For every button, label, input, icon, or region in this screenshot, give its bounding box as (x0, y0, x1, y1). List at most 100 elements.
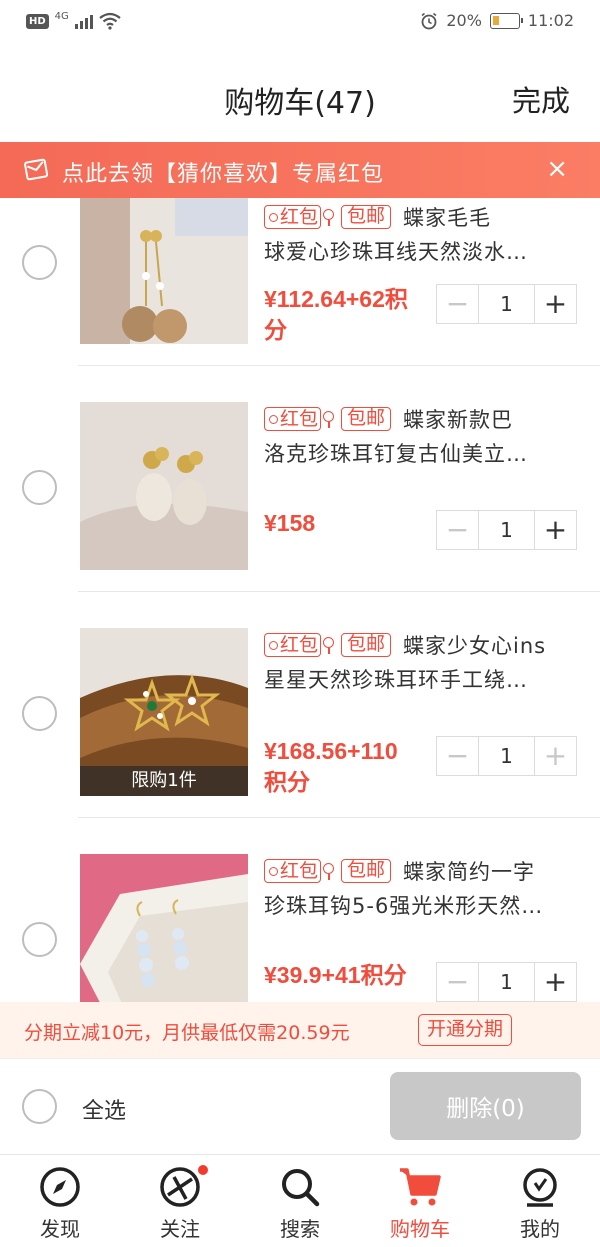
minus-button[interactable]: − (437, 963, 478, 1001)
pin-icon (323, 863, 335, 880)
hongbao-tag: 红包 (264, 205, 322, 229)
cart-action-bar: 全选 删除(0) (0, 1058, 600, 1154)
product-title-line2[interactable]: 洛克珍珠耳钉复古仙美立… (264, 438, 584, 468)
quantity-stepper[interactable]: − 1 + (436, 510, 577, 550)
minus-button[interactable]: − (437, 737, 478, 775)
hongbao-tag: 红包 (264, 407, 322, 431)
price-line: 积分 (264, 769, 310, 795)
compass-icon (40, 1167, 80, 1207)
page-title: 购物车(47) (224, 86, 376, 121)
cart-item[interactable]: 红包 包邮 蝶家毛毛 球爱心珍珠耳线天然淡水… ¥112.64+62积 分 − … (0, 198, 600, 366)
product-title-line2[interactable]: 球爱心珍珠耳线天然淡水… (264, 236, 584, 266)
item-checkbox[interactable] (22, 922, 57, 957)
quantity-value[interactable]: 1 (478, 285, 535, 323)
item-tags: 红包 包邮 蝶家新款巴 (264, 404, 584, 434)
installment-bar: 分期立减10元，月供最低仅需20.59元 开通分期 (0, 1002, 600, 1058)
tab-label: 购物车 (390, 1217, 450, 1241)
status-right: 20% 11:02 (420, 11, 574, 30)
product-price: ¥168.56+110 积分 (264, 736, 436, 798)
delete-button[interactable]: 删除(0) (390, 1072, 581, 1140)
select-all-label[interactable]: 全选 (82, 1093, 126, 1125)
product-image[interactable] (80, 402, 248, 570)
minus-button[interactable]: − (437, 285, 478, 323)
quantity-stepper[interactable]: − 1 + (436, 736, 577, 776)
pin-icon (323, 637, 335, 654)
item-tags: 红包 包邮 蝶家简约一字 (264, 856, 584, 886)
pin-icon (323, 209, 335, 226)
item-tags: 红包 包邮 蝶家少女心ins (264, 630, 584, 660)
close-icon[interactable]: × (546, 156, 568, 182)
product-price: ¥158 (264, 508, 436, 539)
battery-percent: 20% (446, 11, 482, 30)
select-all-checkbox[interactable] (22, 1089, 57, 1124)
plus-button[interactable]: + (535, 963, 576, 1001)
tab-search[interactable]: 搜索 (240, 1155, 360, 1247)
coupon-banner[interactable]: 点此去领【猜你喜欢】专属红包 × (0, 142, 600, 198)
quantity-value[interactable]: 1 (478, 963, 535, 1001)
price-line: ¥168.56+110 (264, 738, 398, 764)
hongbao-tag: 红包 (264, 633, 322, 657)
cart-item[interactable]: 红包 包邮 蝶家新款巴 洛克珍珠耳钉复古仙美立… ¥158 − 1 + (0, 366, 600, 592)
item-checkbox[interactable] (22, 696, 57, 731)
profile-icon (523, 1168, 557, 1207)
cart-icon (400, 1168, 441, 1206)
plus-button[interactable]: + (535, 511, 576, 549)
limit-badge: 限购1件 (80, 766, 248, 796)
tab-label: 发现 (40, 1217, 80, 1241)
hongbao-tag: 红包 (264, 859, 322, 883)
pin-icon (323, 411, 335, 428)
product-price: ¥112.64+62积 分 (264, 284, 436, 346)
tab-cart[interactable]: 购物车 (360, 1155, 480, 1247)
product-image[interactable] (80, 198, 248, 344)
product-title-line2[interactable]: 珍珠耳钩5-6强光米形天然… (264, 890, 584, 920)
banner-text: 点此去领【猜你喜欢】专属红包 (62, 162, 385, 187)
alarm-icon (421, 12, 437, 29)
cart-list[interactable]: 红包 包邮 蝶家毛毛 球爱心珍珠耳线天然淡水… ¥112.64+62积 分 − … (0, 198, 600, 1002)
price-line: ¥39.9+41积分 (264, 962, 407, 988)
tab-label: 搜索 (280, 1217, 320, 1241)
clock: 11:02 (527, 11, 574, 30)
product-title[interactable]: 蝶家简约一字 (403, 856, 535, 886)
product-image[interactable]: 限购1件 (80, 628, 248, 796)
price-line: ¥112.64+62积 (264, 286, 408, 312)
product-title[interactable]: 蝶家少女心ins (403, 630, 546, 660)
cart-item[interactable]: 红包 包邮 蝶家简约一字 珍珠耳钩5-6强光米形天然… ¥39.9+41积分 −… (0, 818, 600, 1002)
tab-follow[interactable]: 关注 (120, 1155, 240, 1247)
notification-dot (196, 1163, 210, 1177)
installment-text: 分期立减10元，月供最低仅需20.59元 (24, 1022, 350, 1044)
free-shipping-tag: 包邮 (341, 633, 392, 657)
network-type: 4G (54, 10, 69, 22)
red-envelope-icon (24, 158, 48, 181)
product-image[interactable] (80, 854, 248, 1002)
free-shipping-tag: 包邮 (341, 407, 392, 431)
tab-profile[interactable]: 我的 (480, 1155, 600, 1247)
tab-discover[interactable]: 发现 (0, 1155, 120, 1247)
status-bar: HD 4G 20% 11:02 (0, 0, 600, 46)
item-checkbox[interactable] (22, 470, 57, 505)
item-checkbox[interactable] (22, 245, 57, 280)
minus-button[interactable]: − (437, 511, 478, 549)
product-price: ¥39.9+41积分 (264, 960, 436, 991)
done-button[interactable]: 完成 (512, 78, 570, 120)
product-title-line2[interactable]: 星星天然珍珠耳环手工绕… (264, 664, 584, 694)
free-shipping-tag: 包邮 (341, 859, 392, 883)
quantity-value[interactable]: 1 (478, 511, 535, 549)
plus-button[interactable]: + (535, 737, 576, 775)
battery-icon (489, 12, 523, 29)
open-installment-button[interactable]: 开通分期 (418, 1014, 513, 1046)
plus-button[interactable]: + (535, 285, 576, 323)
signal-icon (74, 13, 93, 29)
item-tags: 红包 包邮 蝶家毛毛 (264, 202, 584, 232)
product-title[interactable]: 蝶家新款巴 (403, 404, 513, 434)
price-line: ¥158 (264, 510, 316, 536)
cart-item[interactable]: 限购1件 红包 包邮 蝶家少女心ins 星星天然珍珠耳环手工绕… ¥168.56… (0, 592, 600, 818)
quantity-stepper[interactable]: − 1 + (436, 284, 577, 324)
product-title[interactable]: 蝶家毛毛 (403, 202, 491, 232)
free-shipping-tag: 包邮 (341, 205, 392, 229)
search-icon (282, 1169, 320, 1207)
tab-label: 关注 (160, 1217, 200, 1241)
price-line: 分 (264, 317, 287, 343)
quantity-value[interactable]: 1 (478, 737, 535, 775)
quantity-stepper[interactable]: − 1 + (436, 962, 577, 1002)
header: 购物车(47) 完成 (0, 46, 600, 142)
